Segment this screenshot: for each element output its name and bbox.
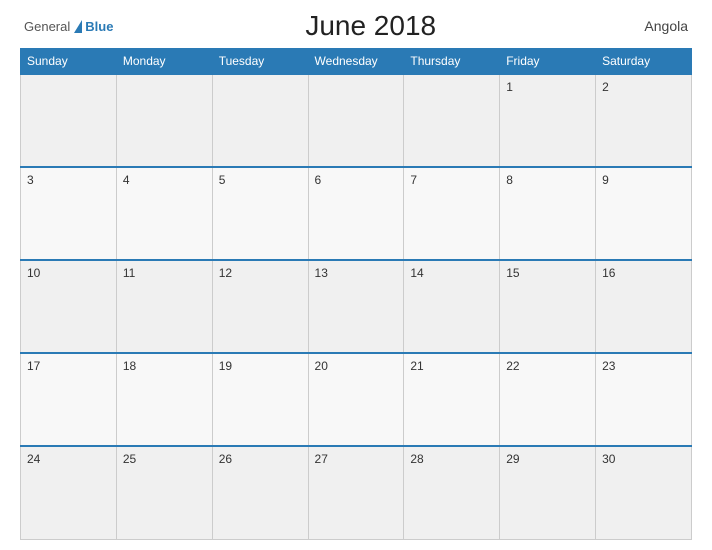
calendar-week-row: 17181920212223	[21, 353, 692, 446]
calendar-day-cell: 10	[21, 260, 117, 353]
calendar-day-cell	[404, 74, 500, 167]
calendar-day-cell: 19	[212, 353, 308, 446]
header-thursday: Thursday	[404, 49, 500, 75]
header-friday: Friday	[500, 49, 596, 75]
calendar-day-cell: 25	[116, 446, 212, 539]
calendar-day-cell: 26	[212, 446, 308, 539]
calendar-day-cell: 20	[308, 353, 404, 446]
calendar-day-cell: 13	[308, 260, 404, 353]
header-saturday: Saturday	[596, 49, 692, 75]
header-monday: Monday	[116, 49, 212, 75]
calendar-day-cell: 15	[500, 260, 596, 353]
calendar-week-row: 24252627282930	[21, 446, 692, 539]
calendar-day-cell: 16	[596, 260, 692, 353]
logo-triangle-icon	[74, 20, 82, 33]
calendar-day-cell: 8	[500, 167, 596, 260]
weekday-header-row: Sunday Monday Tuesday Wednesday Thursday…	[21, 49, 692, 75]
calendar-day-cell: 1	[500, 74, 596, 167]
calendar-day-cell	[21, 74, 117, 167]
calendar-day-cell: 6	[308, 167, 404, 260]
calendar-title: June 2018	[113, 10, 628, 42]
calendar-day-cell: 22	[500, 353, 596, 446]
calendar-week-row: 12	[21, 74, 692, 167]
logo-general-text: General	[24, 19, 70, 34]
logo-blue-text: Blue	[85, 19, 113, 34]
calendar-day-cell: 27	[308, 446, 404, 539]
calendar-day-cell	[116, 74, 212, 167]
calendar-week-row: 3456789	[21, 167, 692, 260]
calendar-day-cell	[308, 74, 404, 167]
calendar-day-cell: 7	[404, 167, 500, 260]
calendar-day-cell: 9	[596, 167, 692, 260]
calendar-day-cell: 30	[596, 446, 692, 539]
calendar-table: Sunday Monday Tuesday Wednesday Thursday…	[20, 48, 692, 540]
calendar-day-cell: 5	[212, 167, 308, 260]
calendar-day-cell: 17	[21, 353, 117, 446]
calendar-day-cell: 18	[116, 353, 212, 446]
calendar-day-cell: 29	[500, 446, 596, 539]
calendar-day-cell: 12	[212, 260, 308, 353]
calendar-day-cell: 23	[596, 353, 692, 446]
header-tuesday: Tuesday	[212, 49, 308, 75]
header-wednesday: Wednesday	[308, 49, 404, 75]
calendar-day-cell: 14	[404, 260, 500, 353]
page-header: General Blue June 2018 Angola	[20, 10, 692, 42]
calendar-day-cell	[212, 74, 308, 167]
header-sunday: Sunday	[21, 49, 117, 75]
logo: General Blue	[24, 19, 113, 34]
calendar-day-cell: 24	[21, 446, 117, 539]
calendar-day-cell: 11	[116, 260, 212, 353]
country-label: Angola	[628, 18, 688, 34]
calendar-day-cell: 3	[21, 167, 117, 260]
calendar-day-cell: 28	[404, 446, 500, 539]
calendar-day-cell: 21	[404, 353, 500, 446]
calendar-day-cell: 2	[596, 74, 692, 167]
calendar-day-cell: 4	[116, 167, 212, 260]
calendar-week-row: 10111213141516	[21, 260, 692, 353]
